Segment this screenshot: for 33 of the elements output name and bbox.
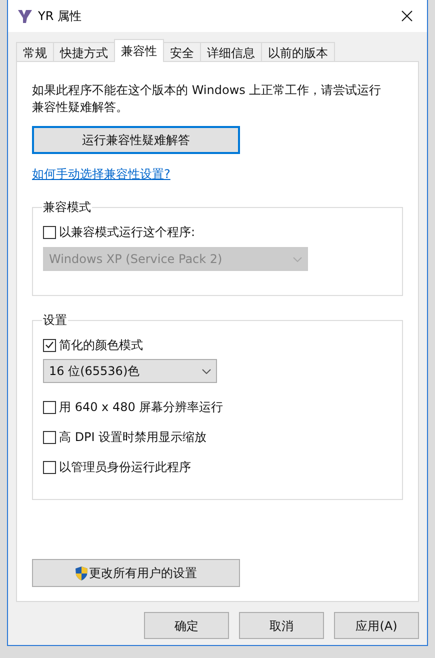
tab[interactable]: 以前的版本 bbox=[261, 42, 335, 62]
dropdown[interactable]: 16 位(65536)色 bbox=[43, 359, 217, 383]
group-title: 设置 bbox=[42, 313, 68, 327]
all-users-button[interactable]: 更改所有用户的设置 bbox=[32, 559, 240, 587]
checkbox-label: 以兼容模式运行这个程序: bbox=[59, 225, 196, 239]
checkbox[interactable] bbox=[43, 460, 56, 474]
chevron-down-icon bbox=[293, 256, 302, 262]
group-title: 兼容模式 bbox=[42, 200, 92, 214]
app-icon bbox=[17, 8, 33, 24]
tab[interactable]: 兼容性 bbox=[114, 39, 164, 62]
tab[interactable]: 详细信息 bbox=[200, 42, 262, 62]
checkbox-label: 简化的颜色模式 bbox=[59, 338, 143, 352]
window-title: YR 属性 bbox=[38, 8, 82, 25]
checkbox[interactable] bbox=[43, 226, 56, 238]
checkbox[interactable] bbox=[43, 430, 56, 444]
checkbox-label: 以管理员身份运行此程序 bbox=[59, 460, 191, 474]
tab[interactable]: 快捷方式 bbox=[53, 42, 115, 62]
checkbox-label: 高 DPI 设置时禁用显示缩放 bbox=[59, 430, 207, 444]
help-link[interactable]: 如何手动选择兼容性设置? bbox=[32, 165, 170, 183]
checkbox-label: 用 640 x 480 屏幕分辨率运行 bbox=[59, 400, 224, 414]
checkbox[interactable] bbox=[43, 400, 56, 414]
troubleshoot-button[interactable]: 运行兼容性疑难解答 bbox=[32, 126, 240, 154]
description-text: 如果此程序不能在这个版本的 Windows 上正常工作，请尝试运行兼容性疑难解答。 bbox=[32, 82, 382, 116]
tab[interactable]: 安全 bbox=[163, 42, 201, 62]
dialog-button[interactable]: 取消 bbox=[239, 612, 324, 639]
shield-icon bbox=[75, 566, 88, 580]
check-icon bbox=[45, 341, 54, 349]
checkbox[interactable] bbox=[43, 338, 56, 352]
close-icon bbox=[401, 10, 413, 22]
dialog-button[interactable]: 确定 bbox=[144, 612, 229, 639]
tab[interactable]: 常规 bbox=[16, 42, 54, 62]
dialog-button[interactable]: 应用(A) bbox=[334, 612, 419, 639]
chevron-down-icon bbox=[202, 368, 211, 374]
